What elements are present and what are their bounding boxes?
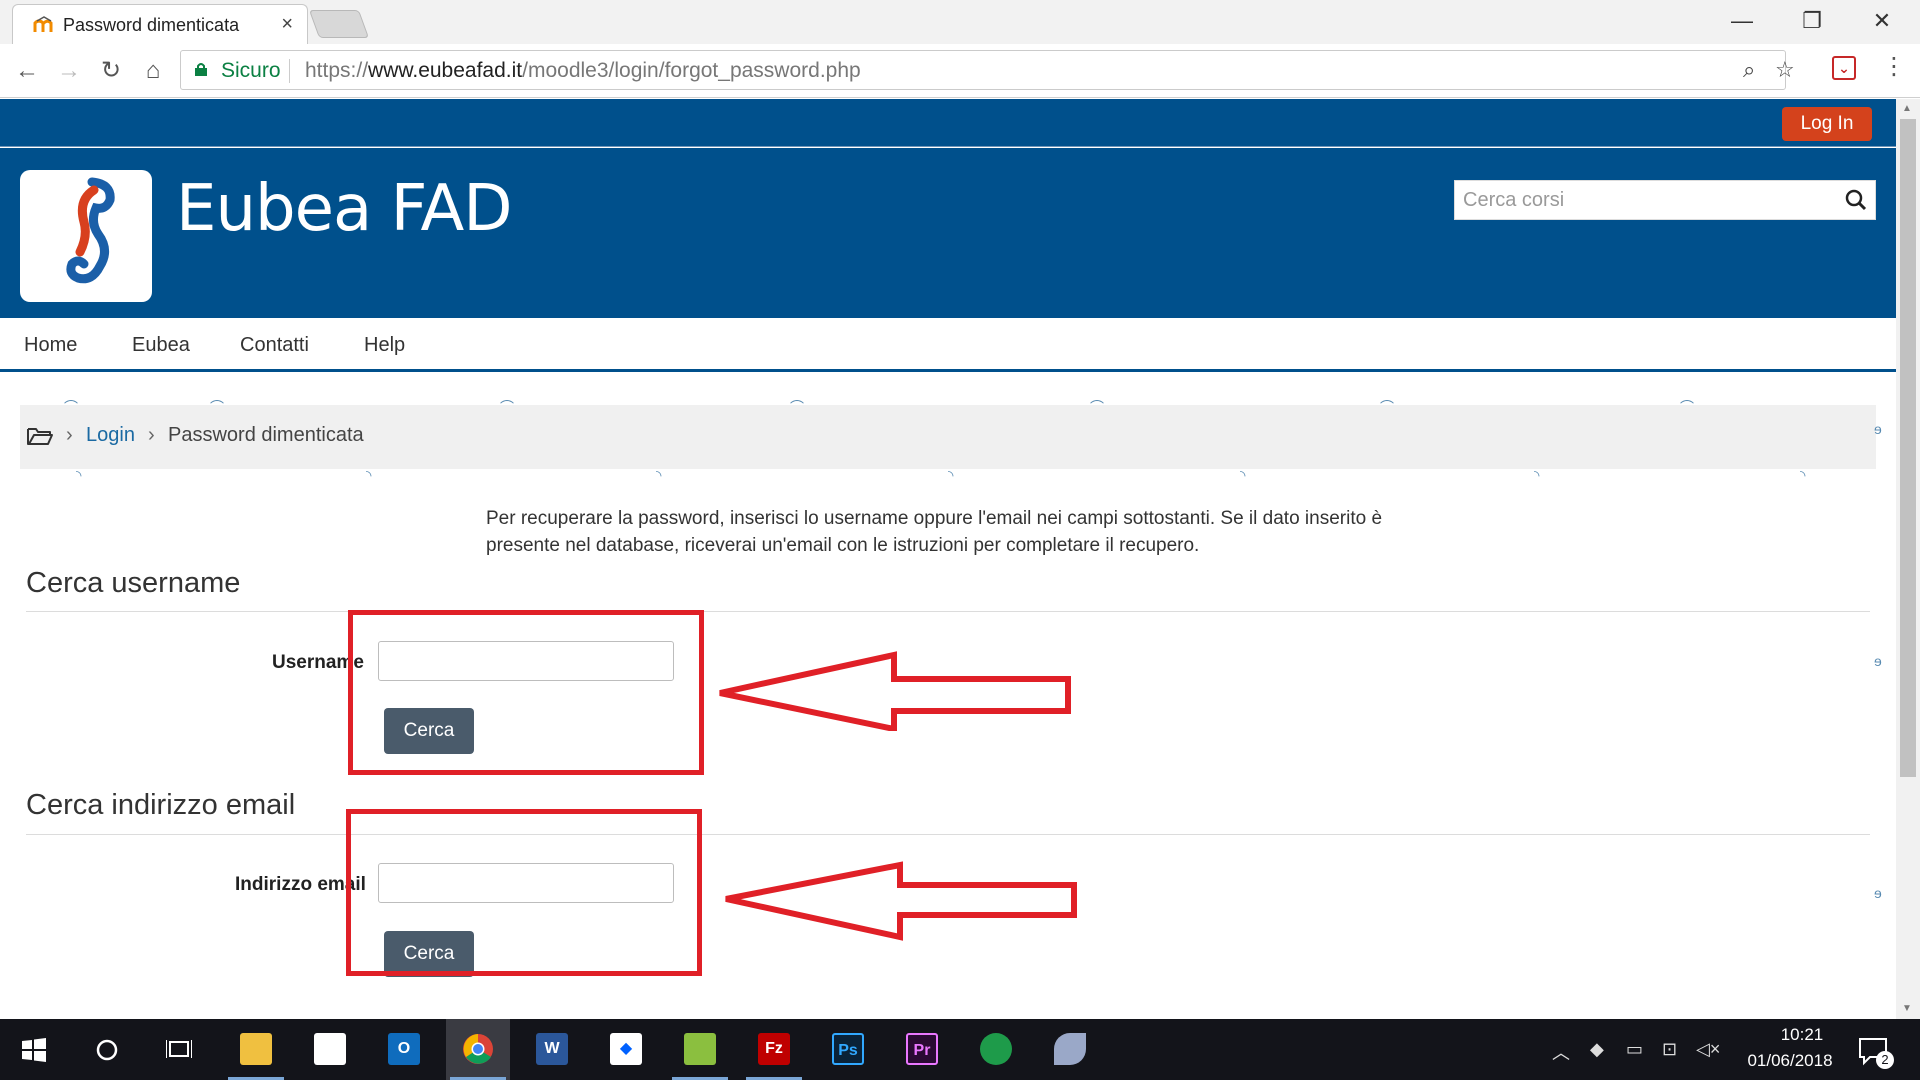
moodle-favicon-icon: [33, 16, 53, 32]
scroll-thumb[interactable]: [1900, 119, 1916, 777]
divider: [289, 59, 290, 83]
decorative-mark: ◝: [76, 467, 82, 483]
top-bar: Log In: [0, 99, 1896, 147]
nav-item-home[interactable]: Home: [24, 334, 77, 357]
browser-tab[interactable]: Password dimenticata ×: [12, 4, 308, 44]
close-window-button[interactable]: ✕: [1852, 6, 1912, 36]
decorative-mark: ◝: [1800, 467, 1806, 483]
dropbox-icon[interactable]: ◆: [594, 1019, 658, 1080]
site-name: Eubea FAD: [176, 172, 513, 246]
url-text[interactable]: https://www.eubeafad.it/moodle3/login/fo…: [305, 59, 861, 83]
sync-icon[interactable]: [964, 1019, 1028, 1080]
section-divider: [26, 611, 1870, 612]
breadcrumb-separator: ›: [148, 424, 155, 446]
clock-date[interactable]: 01/06/2018: [1736, 1051, 1844, 1071]
search-icon[interactable]: [1845, 189, 1867, 211]
address-bar[interactable]: Sicuro https://www.eubeafad.it/moodle3/l…: [180, 50, 1795, 90]
decorative-mark: ɘ: [1874, 653, 1882, 669]
breadcrumb-separator: ›: [66, 424, 73, 446]
home-button[interactable]: ⌂: [138, 56, 168, 86]
section-title-username: Cerca username: [26, 567, 241, 599]
battery-icon[interactable]: ▭: [1626, 1039, 1643, 1060]
cortana-icon[interactable]: [95, 1038, 119, 1062]
tab-close-icon[interactable]: ×: [281, 13, 293, 36]
decorative-mark: ɘ: [1874, 885, 1882, 901]
new-tab-button[interactable]: [308, 10, 370, 38]
decorative-mark: ◝: [1534, 467, 1540, 483]
minimize-button[interactable]: —: [1712, 6, 1772, 36]
page-scrollbar[interactable]: ▲ ▼: [1896, 99, 1920, 1019]
outlook-icon[interactable]: O: [372, 1019, 436, 1080]
annotation-arrow-email: [725, 861, 1077, 941]
word-icon[interactable]: W: [520, 1019, 584, 1080]
volume-muted-icon[interactable]: ◁×: [1696, 1039, 1720, 1060]
lock-icon: [195, 63, 207, 76]
nav-item-eubea[interactable]: Eubea: [132, 334, 190, 357]
annotation-box-email: [346, 809, 702, 976]
secure-label: Sicuro: [221, 59, 281, 82]
section-title-email: Cerca indirizzo email: [26, 789, 296, 821]
seahorse-logo[interactable]: [20, 170, 152, 302]
restore-button[interactable]: ❐: [1782, 6, 1842, 36]
star-icon[interactable]: ☆: [1775, 57, 1795, 83]
clock-time[interactable]: 10:21: [1760, 1025, 1844, 1045]
zoom-icon[interactable]: ⌕: [1743, 57, 1755, 83]
task-view-icon[interactable]: [166, 1038, 192, 1062]
intro-text: Per recuperare la password, inserisci lo…: [486, 508, 1383, 556]
forward-button[interactable]: →: [54, 56, 84, 86]
decorative-mark: ◝: [948, 467, 954, 483]
login-button[interactable]: Log In: [1782, 107, 1872, 141]
browser-menu-icon[interactable]: ⋮: [1882, 52, 1906, 81]
chevron-up-icon[interactable]: ︿: [1552, 1039, 1570, 1065]
file-explorer-icon[interactable]: [224, 1019, 288, 1080]
scroll-down-icon[interactable]: ▼: [1902, 1003, 1912, 1014]
notification-count-badge: 2: [1876, 1051, 1894, 1069]
course-search-input[interactable]: [1455, 181, 1835, 219]
store-icon[interactable]: [298, 1019, 362, 1080]
reload-button[interactable]: ↻: [96, 56, 126, 86]
chrome-icon[interactable]: [446, 1019, 510, 1080]
tab-title: Password dimenticata: [63, 15, 240, 35]
back-button[interactable]: ←: [12, 56, 42, 86]
premiere-icon[interactable]: Pr: [890, 1019, 954, 1080]
folder-icon[interactable]: [26, 425, 54, 447]
decorative-mark: ◝: [1240, 467, 1246, 483]
notepad-plus-icon[interactable]: [668, 1019, 732, 1080]
windows-taskbar: O W ◆ Fz Ps Pr ︿ ◆ ▭ ⊡ ◁× 10:21 01/06/20…: [0, 1019, 1920, 1080]
filezilla-icon[interactable]: Fz: [742, 1019, 806, 1080]
breadcrumb-login-link[interactable]: Login: [86, 424, 135, 447]
site-header: Eubea FAD: [0, 148, 1896, 318]
tab-strip: Password dimenticata × — ❐ ✕: [0, 0, 1920, 44]
web-page: Log In Eubea FAD Home Eubea Contatti Hel…: [0, 99, 1896, 1019]
pocket-extension-icon[interactable]: ⌄: [1832, 56, 1856, 80]
annotation-arrow-username: [719, 651, 1071, 731]
course-search: [1454, 180, 1876, 220]
main-nav: Home Eubea Contatti Help: [0, 318, 1896, 372]
decorative-mark: ◝: [656, 467, 662, 483]
decorative-mark: ◝: [366, 467, 372, 483]
nav-item-contatti[interactable]: Contatti: [240, 334, 309, 357]
browser-toolbar: ← → ↻ ⌂ Sicuro https://www.eubeafad.it/m…: [0, 44, 1920, 98]
scroll-up-icon[interactable]: ▲: [1902, 103, 1912, 114]
photoshop-icon[interactable]: Ps: [816, 1019, 880, 1080]
nav-item-help[interactable]: Help: [364, 334, 405, 357]
windows-start-icon[interactable]: [22, 1038, 46, 1062]
network-icon[interactable]: ⊡: [1662, 1039, 1677, 1060]
decorative-mark: ɘ: [1874, 421, 1882, 437]
breadcrumb-current: Password dimenticata: [168, 424, 364, 446]
breadcrumb: › Login › Password dimenticata: [20, 405, 1876, 469]
dropbox-tray-icon[interactable]: ◆: [1590, 1039, 1604, 1060]
section-divider: [26, 834, 1870, 835]
seahorse-icon: [66, 177, 115, 284]
feather-icon[interactable]: [1038, 1019, 1102, 1080]
annotation-box-username: [348, 610, 704, 775]
